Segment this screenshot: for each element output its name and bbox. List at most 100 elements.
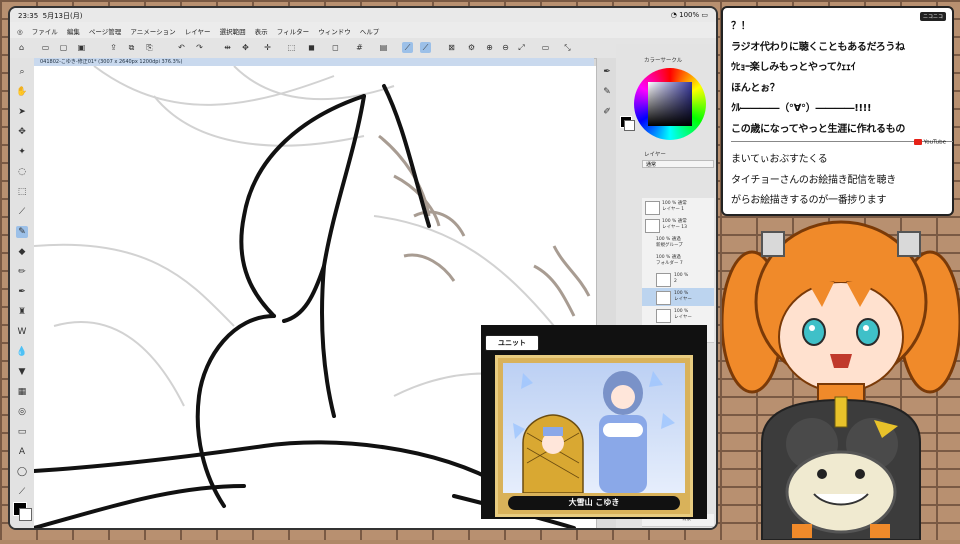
transform-icon[interactable]: ✥ xyxy=(240,42,251,53)
layer-row[interactable]: 100 % 通常 レイヤー 1 xyxy=(642,198,714,217)
fill-icon[interactable]: ◼ xyxy=(306,42,317,53)
document-tab[interactable]: 041802-こゆき-修正01* (3007 x 2640px 1200dpi … xyxy=(34,58,594,66)
pen-tool-icon[interactable]: ✎ xyxy=(16,226,28,238)
decoration-icon[interactable]: W xyxy=(16,326,28,338)
fill-tool-icon[interactable]: ▼ xyxy=(16,366,28,378)
menu-view[interactable]: 表示 xyxy=(255,26,268,36)
grid-icon[interactable]: # xyxy=(354,42,365,53)
operation-tool-icon[interactable]: ➤ xyxy=(16,106,28,118)
gradient-icon[interactable]: ▦ xyxy=(16,386,28,398)
layer-row[interactable]: 100 % 通過 フォルダー 7 xyxy=(642,252,714,271)
unit-card-header: ユニット xyxy=(485,335,539,351)
balloon-icon[interactable]: ◯ xyxy=(16,466,28,478)
layer-row[interactable]: 100 % レイヤー xyxy=(642,306,714,325)
magic-wand-icon[interactable]: ✦ xyxy=(16,146,28,158)
tool-palette: ⌕ ✋ ➤ ✥ ✦ ◌ ⬚ ⟋ ✎ ◆ ✏ ✒ ♜ W 💧 ▼ ▦ ◎ ▭ A … xyxy=(10,58,35,528)
zoom-in-icon[interactable]: ⊕ xyxy=(484,42,495,53)
date: 5月13日(月) xyxy=(42,12,83,20)
layer-row-selected[interactable]: 100 % レイヤー xyxy=(642,288,714,307)
tool-property-icon[interactable]: ✐ xyxy=(601,106,613,118)
battery-icon: ▭ xyxy=(701,11,708,19)
panel-sub-color[interactable] xyxy=(624,120,635,131)
unit-card-name: 大雪山 こゆき xyxy=(508,496,680,510)
lasso-icon[interactable]: ◌ xyxy=(16,166,28,178)
layer-row[interactable]: 100 % 2 xyxy=(642,270,714,289)
clear-icon[interactable]: ◻ xyxy=(330,42,341,53)
menu-edit[interactable]: 編集 xyxy=(67,26,80,36)
chat-message: ｳﾋｮｰ楽しみもっとやってｸｪｪｲ xyxy=(731,62,856,73)
stabilizer-icon[interactable]: ⟋ xyxy=(402,42,413,53)
card-characters xyxy=(513,371,675,494)
zoom-out-icon[interactable]: ⊖ xyxy=(500,42,511,53)
layer-panel-title: レイヤー xyxy=(644,152,666,158)
zoom-tool-icon[interactable]: ⌕ xyxy=(16,66,28,78)
chat-message: タイチョーさんのお絵描き配信を聴き xyxy=(731,174,896,186)
move-icon[interactable]: ✛ xyxy=(262,42,273,53)
menu-selection[interactable]: 選択範囲 xyxy=(220,26,246,36)
menu-window[interactable]: ウィンドウ xyxy=(318,26,351,36)
new-file-icon[interactable]: ▭ xyxy=(40,42,51,53)
blend-icon[interactable]: 💧 xyxy=(16,346,28,358)
menu-filter[interactable]: フィルター xyxy=(277,26,309,36)
open-icon[interactable]: ▢ xyxy=(58,42,69,53)
eraser-icon[interactable]: ◆ xyxy=(16,246,28,258)
undo-icon[interactable]: ↶ xyxy=(176,42,187,53)
frame-icon[interactable]: ▭ xyxy=(16,426,28,438)
chat-message-list: ？！ ラジオ代わりに聴くこともあるだろうね ｳﾋｮｰ楽しみもっとやってｸｪｪｲ … xyxy=(731,17,953,212)
flip-icon[interactable]: ⇹ xyxy=(222,42,233,53)
sub-color-swatch[interactable] xyxy=(19,508,32,521)
menu-layer[interactable]: レイヤー xyxy=(185,26,211,36)
brush-icon[interactable]: ✒ xyxy=(16,286,28,298)
layer-row[interactable]: 100 % 通常 レイヤー 13 xyxy=(642,216,714,235)
status-bar: 23:35 5月13日(月) ◔ 100% ▭ xyxy=(10,8,716,22)
correct-line-icon[interactable]: ⟋ xyxy=(16,486,28,498)
move-tool-icon[interactable]: ✥ xyxy=(16,126,28,138)
copy-icon[interactable]: ⧉ xyxy=(126,42,137,53)
chat-message: がらお絵描きするのが一番捗ります xyxy=(731,195,887,206)
blend-mode-select[interactable]: 通常 xyxy=(642,160,714,168)
color-wheel[interactable] xyxy=(634,68,706,140)
menu-file[interactable]: ファイル xyxy=(32,26,58,36)
airbrush-icon[interactable]: ♜ xyxy=(16,306,28,318)
menu-page[interactable]: ページ管理 xyxy=(89,26,121,36)
layer-row[interactable]: 100 % 通過 新規グループ xyxy=(642,234,714,253)
color-square[interactable] xyxy=(648,82,692,126)
fit-icon[interactable]: ⤢ xyxy=(516,42,527,53)
chat-overlay: ニコニコ ？！ ラジオ代わりに聴くこともあるだろうね ｳﾋｮｰ楽しみもっとやって… xyxy=(721,6,954,216)
text-tool-icon[interactable]: A xyxy=(16,446,28,458)
home-icon[interactable]: ⌂ xyxy=(16,42,27,53)
eyedropper-icon[interactable]: ⟋ xyxy=(16,206,28,218)
battery-percent: 100% xyxy=(679,11,700,19)
hand-tool-icon[interactable]: ✋ xyxy=(16,86,28,98)
snap-icon[interactable]: ⊠ xyxy=(446,42,457,53)
paste-icon[interactable]: ⎘ xyxy=(144,42,155,53)
redo-icon[interactable]: ↷ xyxy=(194,42,205,53)
pen-pressure-icon[interactable]: ⟋ xyxy=(420,42,431,53)
wifi-icon: ◔ xyxy=(670,11,677,19)
figure-icon[interactable]: ◎ xyxy=(16,406,28,418)
select-icon[interactable]: ⬚ xyxy=(286,42,297,53)
chat-message: ？！ xyxy=(731,21,751,32)
menu-bar: ◎ ファイル 編集 ページ管理 アニメーション レイヤー 選択範囲 表示 フィル… xyxy=(10,22,716,39)
chat-message: まいてぃおぶすたくる xyxy=(731,154,828,165)
app-menu-icon[interactable]: ◎ xyxy=(17,28,23,36)
settings-icon[interactable]: ⚙ xyxy=(466,42,477,53)
chat-message: ほんとぉ？ xyxy=(731,82,780,94)
ruler-icon[interactable]: ▤ xyxy=(378,42,389,53)
vtuber-avatar xyxy=(720,212,960,541)
chat-message: ラジオ代わりに聴くこともあるだろうね xyxy=(731,41,905,53)
export-icon[interactable]: ⇪ xyxy=(108,42,119,53)
pencil-icon[interactable]: ✏ xyxy=(16,266,28,278)
brush-size-icon[interactable]: ✎ xyxy=(601,86,613,98)
chat-message: この歳になってやっと生涯に作れるもの xyxy=(731,123,906,135)
menu-animation[interactable]: アニメーション xyxy=(130,26,175,36)
window-icon[interactable]: ▭ xyxy=(540,42,551,53)
sub-tool-icon[interactable]: ✒ xyxy=(601,66,613,78)
youtube-icon xyxy=(913,139,922,145)
command-bar: ⌂ ▭ ▢ ▣ ⇪ ⧉ ⎘ ↶ ↷ ⇹ ✥ ✛ ⬚ ◼ ◻ # ▤ ⟋ ⟋ ⊠ … xyxy=(10,38,716,59)
fullscreen-icon[interactable]: ⤡ xyxy=(562,42,573,53)
save-icon[interactable]: ▣ xyxy=(76,42,87,53)
menu-help[interactable]: ヘルプ xyxy=(360,26,380,36)
unit-card: 大雪山 こゆき xyxy=(495,355,693,517)
rect-select-icon[interactable]: ⬚ xyxy=(16,186,28,198)
